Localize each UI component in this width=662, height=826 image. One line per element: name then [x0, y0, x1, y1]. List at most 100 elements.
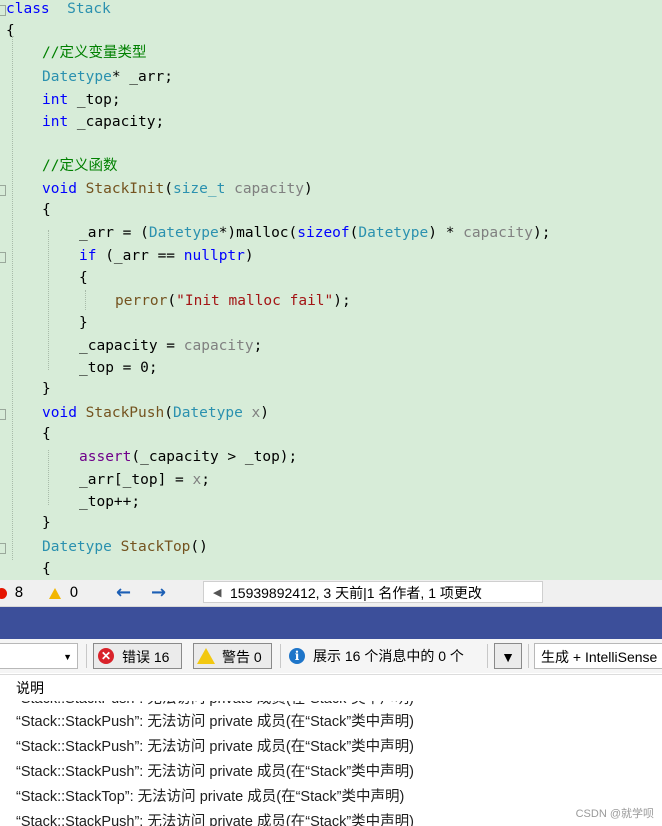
error-row[interactable]: “Stack::StackPush”: 无法访问 private 成员(在“St… — [16, 735, 414, 760]
arrow-left-icon[interactable]: ← — [116, 580, 131, 606]
code-line[interactable]: perror("Init malloc fail"); — [115, 290, 351, 312]
info-icon: i — [289, 648, 305, 664]
code-line[interactable]: { — [42, 199, 51, 221]
warning-icon — [197, 648, 215, 664]
indent-guide — [48, 230, 49, 370]
code-line[interactable]: _arr[_top] = x; — [79, 469, 210, 491]
code-token: { — [42, 426, 51, 442]
code-token: int — [42, 92, 69, 108]
code-token: Datetype — [42, 69, 112, 85]
code-token: if — [79, 248, 97, 264]
code-token: _top = 0; — [79, 360, 158, 376]
code-line[interactable]: _top = 0; — [79, 357, 158, 379]
code-line[interactable]: Datetype* _arr; — [42, 66, 173, 88]
code-token: int — [42, 114, 69, 130]
code-token: size_t — [172, 181, 226, 197]
build-filter-dropdown[interactable]: 生成 + IntelliSense — [534, 643, 662, 669]
code-line[interactable]: void StackPush(Datetype x) — [42, 402, 269, 424]
code-line[interactable]: _top++; — [79, 491, 140, 513]
code-token: void — [42, 181, 77, 197]
fold-marker-icon[interactable] — [0, 543, 6, 554]
code-token: ); — [333, 293, 351, 309]
indent-guide — [48, 450, 49, 505]
code-line[interactable]: _arr = (Datetype*)malloc(sizeof(Datetype… — [79, 222, 550, 244]
code-token: capacity — [463, 225, 533, 241]
warning-icon — [49, 587, 61, 599]
codelens-history-icon: ◀ — [213, 587, 222, 599]
code-token: Datetype — [172, 405, 243, 421]
code-line[interactable]: } — [79, 312, 88, 334]
code-line[interactable]: { — [6, 20, 15, 42]
filter-icon: ▼ — [501, 649, 515, 665]
code-token: ) — [244, 248, 254, 264]
code-token: Datetype — [148, 225, 219, 241]
code-token: Datetype — [358, 225, 429, 241]
messages-filter-button[interactable]: i 展示 16 个消息中的 0 个 — [287, 643, 482, 669]
code-line[interactable]: } — [42, 378, 51, 400]
error-count-indicator[interactable]: 8 — [0, 580, 23, 606]
code-line[interactable]: int _top; — [42, 89, 121, 111]
code-token: capacity — [183, 338, 254, 354]
warnings-filter-button[interactable]: 警告 0 — [193, 643, 272, 669]
code-token: _arr = ( — [79, 225, 149, 241]
column-header-description[interactable]: 说明 — [16, 675, 44, 701]
code-token: (_arr == — [96, 248, 184, 264]
fold-marker-icon[interactable] — [0, 185, 6, 196]
fold-marker-icon[interactable] — [0, 5, 6, 16]
error-row[interactable]: “Stack::StackPush”: 无法访问 private 成员(在“St… — [16, 760, 414, 785]
code-token: *)malloc( — [218, 225, 298, 241]
code-token: () — [190, 539, 208, 555]
fold-marker-icon[interactable] — [0, 409, 6, 420]
panel-title-bar — [0, 607, 662, 639]
errors-filter-button[interactable]: ✕ 错误 16 — [93, 643, 182, 669]
code-line[interactable]: class Stack — [6, 0, 111, 20]
code-token: //定义变量类型 — [42, 45, 147, 61]
code-token: ; — [253, 338, 263, 354]
code-token: _top; — [68, 92, 121, 108]
code-line[interactable]: { — [79, 267, 88, 289]
code-editor[interactable]: class Stack{//定义变量类型 Datetype* _arr; int _… — [0, 0, 662, 580]
warnings-filter-label: 警告 0 — [222, 649, 262, 665]
code-line[interactable]: if (_arr == nullptr) — [79, 245, 254, 267]
watermark: CSDN @就学呗 — [575, 808, 654, 820]
filter-toggle-button[interactable]: ▼ — [494, 643, 522, 669]
code-line[interactable]: void StackInit(size_t capacity) — [42, 178, 313, 200]
error-list: “Stack::StackPush”: 无法访问 private 成员(在“St… — [0, 701, 662, 826]
code-line[interactable]: _capacity = capacity; — [79, 335, 262, 357]
code-token: ; — [201, 472, 210, 488]
code-token: { — [6, 23, 15, 39]
error-list-header: 说明 — [0, 674, 662, 702]
indent-guide — [85, 290, 86, 310]
error-list-toolbar: ▼ ✕ 错误 16 警告 0 i 展示 16 个消息中的 0 个 ▼ 生成 + … — [0, 639, 662, 673]
code-token: sizeof — [297, 225, 350, 241]
code-token: { — [42, 561, 51, 577]
code-token: ); — [533, 225, 551, 241]
error-row[interactable]: “Stack::StackPush”: 无法访问 private 成员(在“St… — [16, 810, 414, 826]
code-token: ) — [303, 181, 313, 197]
warning-count: 0 — [69, 585, 79, 601]
code-token: } — [42, 381, 51, 397]
code-token: perror — [115, 293, 168, 309]
warning-count-indicator[interactable]: 0 — [49, 580, 78, 606]
indent-guide — [12, 36, 13, 560]
code-token: StackPush — [85, 405, 165, 421]
code-line[interactable]: assert(_capacity > _top); — [79, 446, 297, 468]
code-token: _arr[_top] = — [79, 472, 193, 488]
code-line[interactable]: { — [42, 558, 51, 580]
code-line[interactable]: { — [42, 423, 51, 445]
code-line[interactable]: //定义变量类型 — [42, 42, 146, 64]
arrow-right-icon[interactable]: → — [151, 580, 166, 606]
code-line[interactable]: Datetype StackTop() — [42, 536, 208, 558]
codelens-info[interactable]: ◀ 15939892412, 3 天前|1 名作者, 1 项更改 — [203, 581, 543, 603]
error-row[interactable]: “Stack::StackTop”: 无法访问 private 成员(在“Sta… — [16, 785, 404, 810]
code-line[interactable]: int _capacity; — [42, 111, 164, 133]
code-token: //定义函数 — [42, 158, 118, 174]
fold-marker-icon[interactable] — [0, 252, 6, 263]
code-line[interactable]: //定义函数 — [42, 155, 117, 177]
error-row[interactable]: “Stack::StackPush”: 无法访问 private 成员(在“St… — [16, 710, 414, 735]
scope-dropdown[interactable]: ▼ — [0, 643, 78, 669]
code-line[interactable]: } — [42, 512, 51, 534]
